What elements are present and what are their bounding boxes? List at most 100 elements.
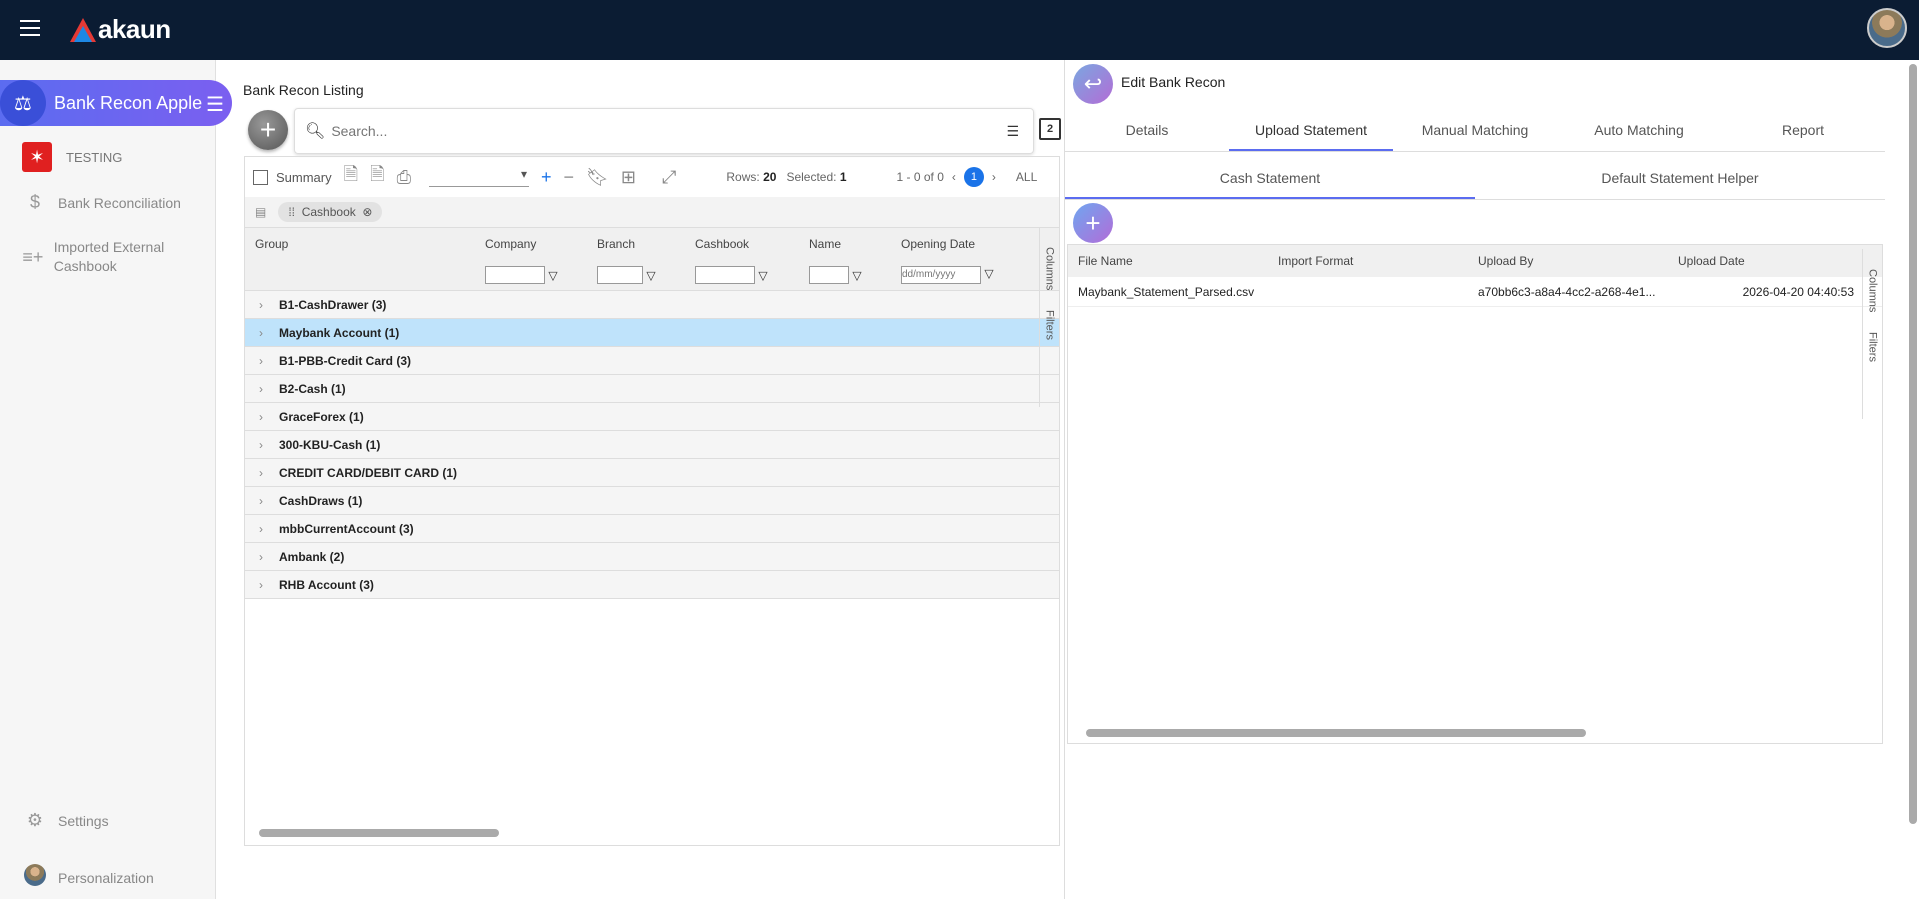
app-switcher[interactable]: ⚖ Bank Recon Apple ☰ <box>0 80 232 126</box>
tab-report[interactable]: Report <box>1721 108 1885 151</box>
col-import-format[interactable]: Import Format <box>1268 254 1468 268</box>
brand-logo[interactable]: akaun <box>70 14 171 45</box>
table-row[interactable]: › B2-Cash (1) <box>245 375 1059 403</box>
copy-icon[interactable]: 2 <box>1039 118 1061 140</box>
search-input[interactable] <box>331 123 1007 139</box>
table-row[interactable]: › B1-CashDrawer (3) <box>245 291 1059 319</box>
filters-tab[interactable]: Filters <box>1044 310 1056 340</box>
summary-checkbox[interactable] <box>253 169 268 185</box>
filter-icon[interactable]: ▽ <box>758 268 767 282</box>
columns-tab[interactable]: Columns <box>1867 269 1879 312</box>
sidebar-item-bank-reconciliation[interactable]: $ Bank Reconciliation <box>22 192 181 213</box>
add-statement-button[interactable]: + <box>1073 203 1113 243</box>
col-branch[interactable]: Branch <box>587 237 685 251</box>
chevron-right-icon[interactable]: › <box>259 494 263 508</box>
opening-date-filter-input[interactable] <box>901 265 981 284</box>
view-select[interactable] <box>429 167 529 187</box>
filters-tab[interactable]: Filters <box>1867 332 1879 362</box>
columns-tab[interactable]: Columns <box>1044 247 1056 290</box>
group-label: 300-KBU-Cash (1) <box>279 437 381 452</box>
col-name[interactable]: Name <box>799 237 891 251</box>
table-row[interactable]: › Ambank (2) <box>245 543 1059 571</box>
prev-page-icon[interactable]: ‹ <box>952 170 956 184</box>
document-icon[interactable]: 🗎 <box>344 162 358 192</box>
group-label: Maybank Account (1) <box>279 325 400 340</box>
col-upload-by[interactable]: Upload By <box>1468 254 1668 268</box>
remove-chip-icon[interactable]: ⊗ <box>362 205 372 219</box>
tab-details[interactable]: Details <box>1065 108 1229 151</box>
table-row[interactable]: › CashDraws (1) <box>245 487 1059 515</box>
col-group[interactable]: Group <box>245 237 475 251</box>
group-chip-cashbook[interactable]: ⁞⁞ Cashbook ⊗ <box>278 202 383 222</box>
grid-filter-row: ▽ ▽ ▽ ▽ ▽ <box>245 259 1059 291</box>
page-vertical-scrollbar[interactable] <box>1909 64 1917 824</box>
chevron-right-icon[interactable]: › <box>259 354 263 368</box>
company-filter-input[interactable] <box>485 265 545 284</box>
chevron-right-icon[interactable]: › <box>259 578 263 592</box>
expand-all-icon[interactable]: + <box>541 167 552 188</box>
table-row[interactable]: Maybank_Statement_Parsed.csv a70bb6c3-a8… <box>1068 277 1882 307</box>
table-row[interactable]: › 300-KBU-Cash (1) <box>245 431 1059 459</box>
chevron-right-icon[interactable]: › <box>259 326 263 340</box>
table-row[interactable]: › CREDIT CARD/DEBIT CARD (1) <box>245 459 1059 487</box>
company-selector[interactable]: ✶ TESTING <box>22 142 122 172</box>
branch-filter-input[interactable] <box>597 265 643 284</box>
col-opening-date[interactable]: Opening Date <box>891 237 1011 251</box>
page-1-button[interactable]: 1 <box>963 167 984 187</box>
table-row[interactable]: › GraceForex (1) <box>245 403 1059 431</box>
tab-auto-matching[interactable]: Auto Matching <box>1557 108 1721 151</box>
chevron-right-icon[interactable]: › <box>259 466 263 480</box>
tab-manual-matching[interactable]: Manual Matching <box>1393 108 1557 151</box>
user-avatar[interactable] <box>1867 8 1907 48</box>
sidebar-item-imported-external-cashbook[interactable]: ≡+ Imported External Cashbook <box>22 238 202 276</box>
chevron-right-icon[interactable]: › <box>259 382 263 396</box>
grid-toolbar: Summary 🗎 🗎 ⎙ + − 🔖︎ ⊞ ⤢ Rows: 20 Select… <box>245 157 1059 197</box>
col-file-name[interactable]: File Name <box>1068 254 1268 268</box>
fullscreen-icon[interactable]: ⤢ <box>662 167 676 188</box>
chevron-right-icon[interactable]: › <box>259 410 263 424</box>
menu-icon[interactable] <box>20 20 40 36</box>
tab-upload-statement[interactable]: Upload Statement <box>1229 108 1393 151</box>
grid-side-tabs: Columns Filters <box>1039 227 1059 407</box>
col-company[interactable]: Company <box>475 237 587 251</box>
print-icon[interactable]: ⎙ <box>397 167 411 188</box>
app-name: Bank Recon Apple <box>54 92 203 113</box>
filter-icon[interactable]: ☰ <box>1006 123 1019 140</box>
collapse-all-icon[interactable]: − <box>564 167 575 188</box>
horizontal-scrollbar[interactable] <box>259 829 499 837</box>
horizontal-scrollbar[interactable] <box>1086 729 1586 737</box>
group-label: RHB Account (3) <box>279 577 374 592</box>
subtab-default-statement-helper[interactable]: Default Statement Helper <box>1475 156 1885 199</box>
document-export-icon[interactable]: 🗎 <box>370 162 384 192</box>
chevron-right-icon[interactable]: › <box>259 550 263 564</box>
table-row[interactable]: › Maybank Account (1) <box>245 319 1059 347</box>
next-page-icon[interactable]: › <box>992 170 996 184</box>
col-upload-date[interactable]: Upload Date <box>1668 254 1858 268</box>
top-bar: akaun <box>0 0 1919 60</box>
add-button[interactable]: + <box>248 110 288 150</box>
chevron-right-icon[interactable]: › <box>259 522 263 536</box>
grid-icon[interactable]: ⊞ <box>621 167 636 188</box>
cashbook-filter-input[interactable] <box>695 265 755 284</box>
back-button[interactable]: ↩ <box>1073 64 1113 104</box>
filter-icon[interactable]: ▽ <box>984 266 993 280</box>
collapse-menu-icon[interactable]: ☰ <box>206 92 224 117</box>
name-filter-input[interactable] <box>809 265 849 284</box>
filter-icon[interactable]: ▽ <box>646 268 655 282</box>
table-row[interactable]: › B1-PBB-Credit Card (3) <box>245 347 1059 375</box>
filter-icon[interactable]: ▽ <box>852 268 861 282</box>
sidebar-item-settings[interactable]: ⚙ Settings <box>22 810 109 831</box>
filter-icon[interactable]: ▽ <box>548 268 557 282</box>
group-label: mbbCurrentAccount (3) <box>279 521 414 536</box>
search-box: 🔍︎ ☰ <box>294 108 1034 154</box>
subtab-cash-statement[interactable]: Cash Statement <box>1065 156 1475 199</box>
chevron-right-icon[interactable]: › <box>259 298 263 312</box>
table-row[interactable]: › mbbCurrentAccount (3) <box>245 515 1059 543</box>
table-row[interactable]: › RHB Account (3) <box>245 571 1059 599</box>
group-label: B1-PBB-Credit Card (3) <box>279 353 412 368</box>
chevron-right-icon[interactable]: › <box>259 438 263 452</box>
all-pages-button[interactable]: ALL <box>1016 170 1037 184</box>
col-cashbook[interactable]: Cashbook <box>685 237 799 251</box>
sidebar-item-personalization[interactable]: Personalization <box>22 864 154 891</box>
bookmark-icon[interactable]: 🔖︎ <box>586 167 609 188</box>
